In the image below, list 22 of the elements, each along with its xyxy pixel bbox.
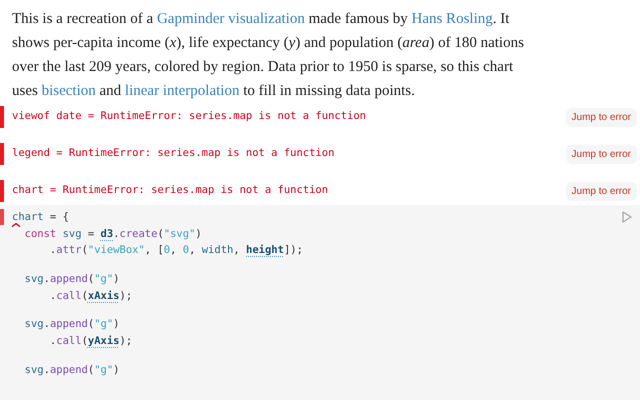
link[interactable]: Hans Rosling [411, 11, 493, 27]
code-line: svg.append("g") [24, 364, 120, 376]
error-caret-icon [11, 223, 21, 228]
code-line: .call(xAxis); [48, 290, 132, 302]
intro-paragraph: This is a recreation of a Gapminder visualization made famous by Hans Rosling. It shows per-capita income (x), life expectancy (y) and population (area) of 180 nations over the last 209 years, colored by region. Data prior to 1950 is sparse, so this chart uses bisection and linear interpolation to fill in missing data points. [11, 10, 525, 101]
code-line: .attr("viewBox", [0, 0, width, height]); [48, 244, 303, 256]
link[interactable]: Gapminder visualization [156, 11, 305, 27]
code-line: chart = { [12, 211, 69, 223]
error-message: legend = RuntimeError: series.map is not a function [12, 146, 334, 162]
jump-to-error-button[interactable]: Jump to error [566, 108, 637, 126]
link[interactable]: bisection [42, 83, 96, 99]
code-line: .call(yAxis); [48, 335, 132, 348]
jump-to-error-button[interactable]: Jump to error [566, 182, 637, 200]
code-line: svg.append("g") [24, 273, 120, 286]
error-message: chart = RuntimeError: series.map is not a function [12, 183, 328, 198]
jump-to-error-button[interactable]: Jump to error [566, 144, 637, 164]
code-editor[interactable]: chart = { const svg = d3.create("svg") .attr("viewBox", [0, 0, width, height]); svg.append("g") .call(xAxis); svg.append("g") .call(yAxis); svg.append("g") [0, 205, 640, 400]
code-line: svg.append("g") [24, 318, 120, 330]
error-message: viewof date = RuntimeError: series.map is not a function [12, 109, 366, 124]
run-icon[interactable] [622, 211, 632, 223]
link[interactable]: linear interpolation [124, 83, 240, 99]
code-line: const svg = d3.create("svg") [24, 228, 202, 240]
